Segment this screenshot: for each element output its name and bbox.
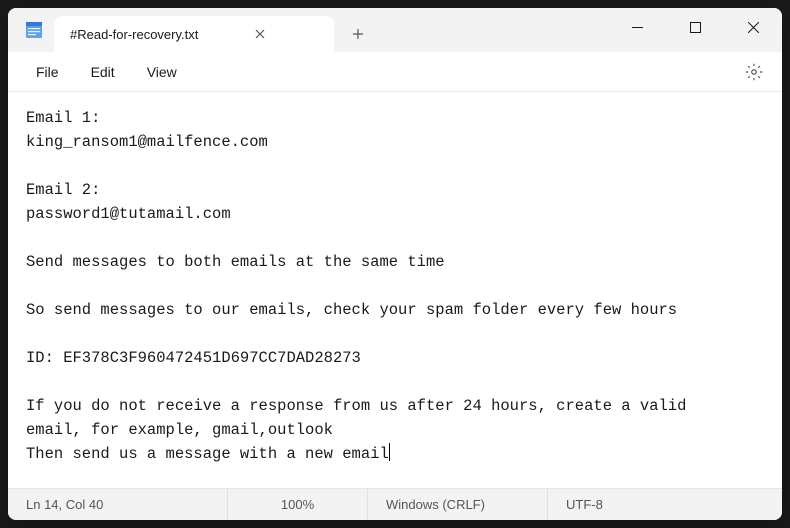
- close-tab-icon[interactable]: [248, 22, 272, 46]
- titlebar: #Read-for-recovery.txt: [8, 8, 782, 52]
- status-line-ending[interactable]: Windows (CRLF): [368, 489, 548, 520]
- status-zoom[interactable]: 100%: [228, 489, 368, 520]
- notepad-window: #Read-for-recovery.txt File Edit View: [8, 8, 782, 520]
- new-tab-button[interactable]: [340, 16, 376, 52]
- text-editor[interactable]: Email 1: king_ransom1@mailfence.com Emai…: [8, 92, 782, 488]
- tab-title: #Read-for-recovery.txt: [70, 27, 198, 42]
- status-cursor-position[interactable]: Ln 14, Col 40: [8, 489, 228, 520]
- menu-edit[interactable]: Edit: [75, 58, 131, 86]
- document-tab[interactable]: #Read-for-recovery.txt: [54, 16, 334, 52]
- maximize-button[interactable]: [666, 8, 724, 46]
- statusbar: Ln 14, Col 40 100% Windows (CRLF) UTF-8: [8, 488, 782, 520]
- status-encoding[interactable]: UTF-8: [548, 489, 782, 520]
- menu-view[interactable]: View: [131, 58, 193, 86]
- text-caret: [389, 443, 390, 461]
- editor-content: Email 1: king_ransom1@mailfence.com Emai…: [26, 109, 686, 463]
- menu-file[interactable]: File: [20, 58, 75, 86]
- close-window-button[interactable]: [724, 8, 782, 46]
- notepad-app-icon: [24, 20, 44, 40]
- settings-button[interactable]: [738, 56, 770, 88]
- window-controls: [608, 8, 782, 52]
- minimize-button[interactable]: [608, 8, 666, 46]
- menubar: File Edit View: [8, 52, 782, 92]
